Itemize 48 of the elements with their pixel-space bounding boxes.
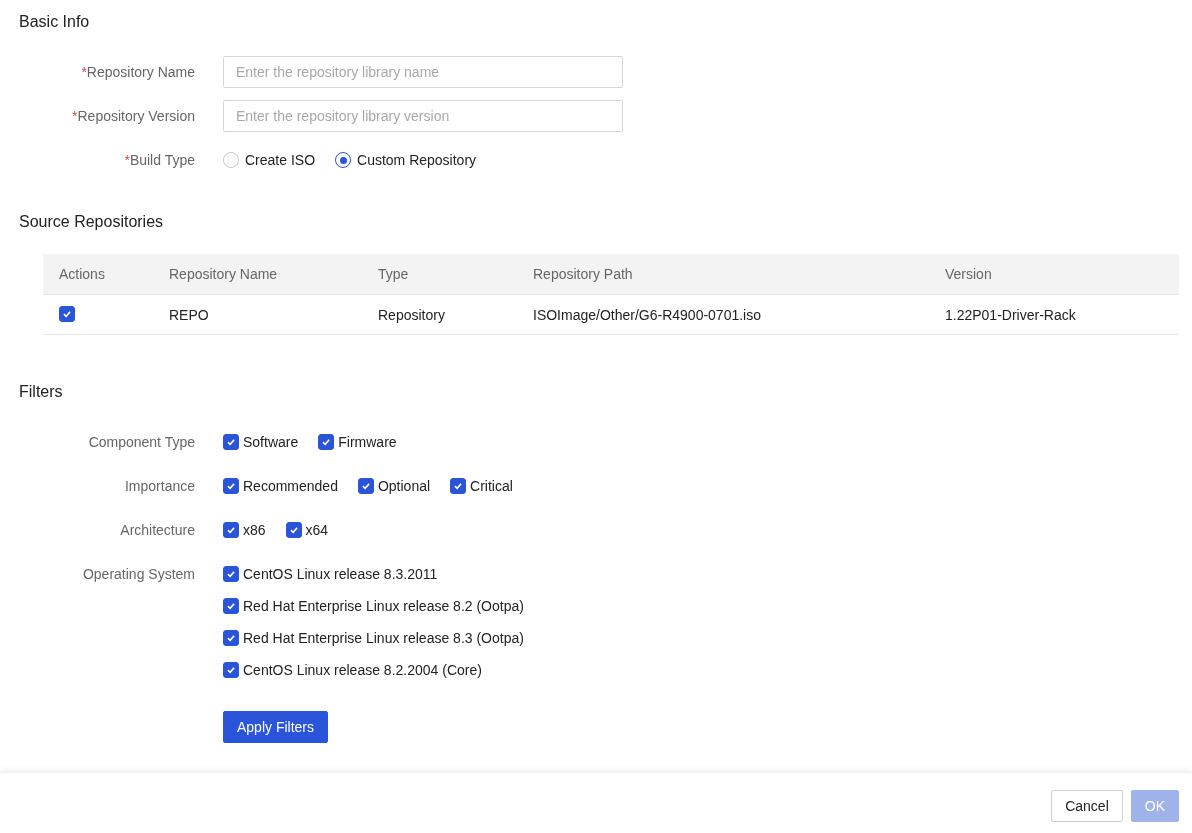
checkbox-label: CentOS Linux release 8.2.2004 (Core)	[243, 662, 482, 678]
checkbox[interactable]	[59, 305, 75, 322]
radio-option[interactable]: Custom Repository	[335, 152, 477, 168]
checkbox[interactable]	[318, 434, 335, 450]
field-label: *Repository Name	[80, 63, 195, 82]
field-label: *Build Type	[123, 151, 195, 170]
filter-label: Component Type	[87, 433, 195, 452]
checkbox-label: Software	[243, 434, 299, 450]
checkbox[interactable]	[223, 662, 239, 678]
checkbox[interactable]	[223, 566, 239, 582]
table-cell: Repository	[362, 294, 517, 335]
checkbox[interactable]	[223, 478, 239, 494]
input-field[interactable]: Enter the repository library version	[223, 100, 623, 132]
checkbox[interactable]	[223, 630, 239, 646]
column-header: Version	[929, 254, 1179, 295]
filter-label: Importance	[123, 477, 195, 496]
checkbox-label: Optional	[377, 478, 431, 494]
column-header: Repository Name	[153, 254, 362, 295]
section-title: Filters	[18, 382, 64, 402]
section-title: Basic Info	[18, 12, 91, 32]
checkbox[interactable]	[285, 522, 302, 538]
checkbox[interactable]	[223, 434, 239, 450]
filter-label: Operating System	[81, 565, 195, 584]
checkbox[interactable]	[357, 478, 374, 494]
checkbox-label: CentOS Linux release 8.3.2011	[243, 566, 438, 582]
checkbox-label: Red Hat Enterprise Linux release 8.2 (Ootpa)	[243, 598, 524, 614]
column-header: Repository Path	[517, 254, 929, 295]
table-cell: REPO	[153, 294, 362, 335]
checkbox-label: Red Hat Enterprise Linux release 8.3 (Ootpa)	[243, 630, 524, 646]
checkbox-label: Critical	[470, 478, 513, 494]
checkbox[interactable]	[450, 478, 467, 494]
checkbox-label: Recommended	[243, 478, 338, 494]
table-cell: ISOImage/Other/G6-R4900-0701.iso	[517, 294, 929, 335]
input-field[interactable]: Enter the repository library name	[223, 56, 623, 88]
checkbox-label: Firmware	[338, 434, 397, 450]
radio-option[interactable]: Create ISO	[223, 152, 316, 168]
table-cell: 1.22P01-Driver-Rack	[929, 294, 1179, 335]
checkbox-label: x86	[243, 522, 266, 538]
section-title: Source Repositories	[18, 212, 165, 232]
column-header: Actions	[43, 254, 153, 295]
checkbox[interactable]	[223, 598, 239, 614]
apply-filters-button[interactable]: Apply Filters	[223, 711, 329, 743]
field-label: *Repository Version	[71, 107, 195, 126]
checkbox[interactable]	[223, 522, 239, 538]
filter-label: Architecture	[119, 521, 195, 540]
column-header: Type	[362, 254, 517, 295]
cancel-button[interactable]: Cancel	[1051, 790, 1123, 822]
checkbox-label: x64	[305, 522, 329, 538]
